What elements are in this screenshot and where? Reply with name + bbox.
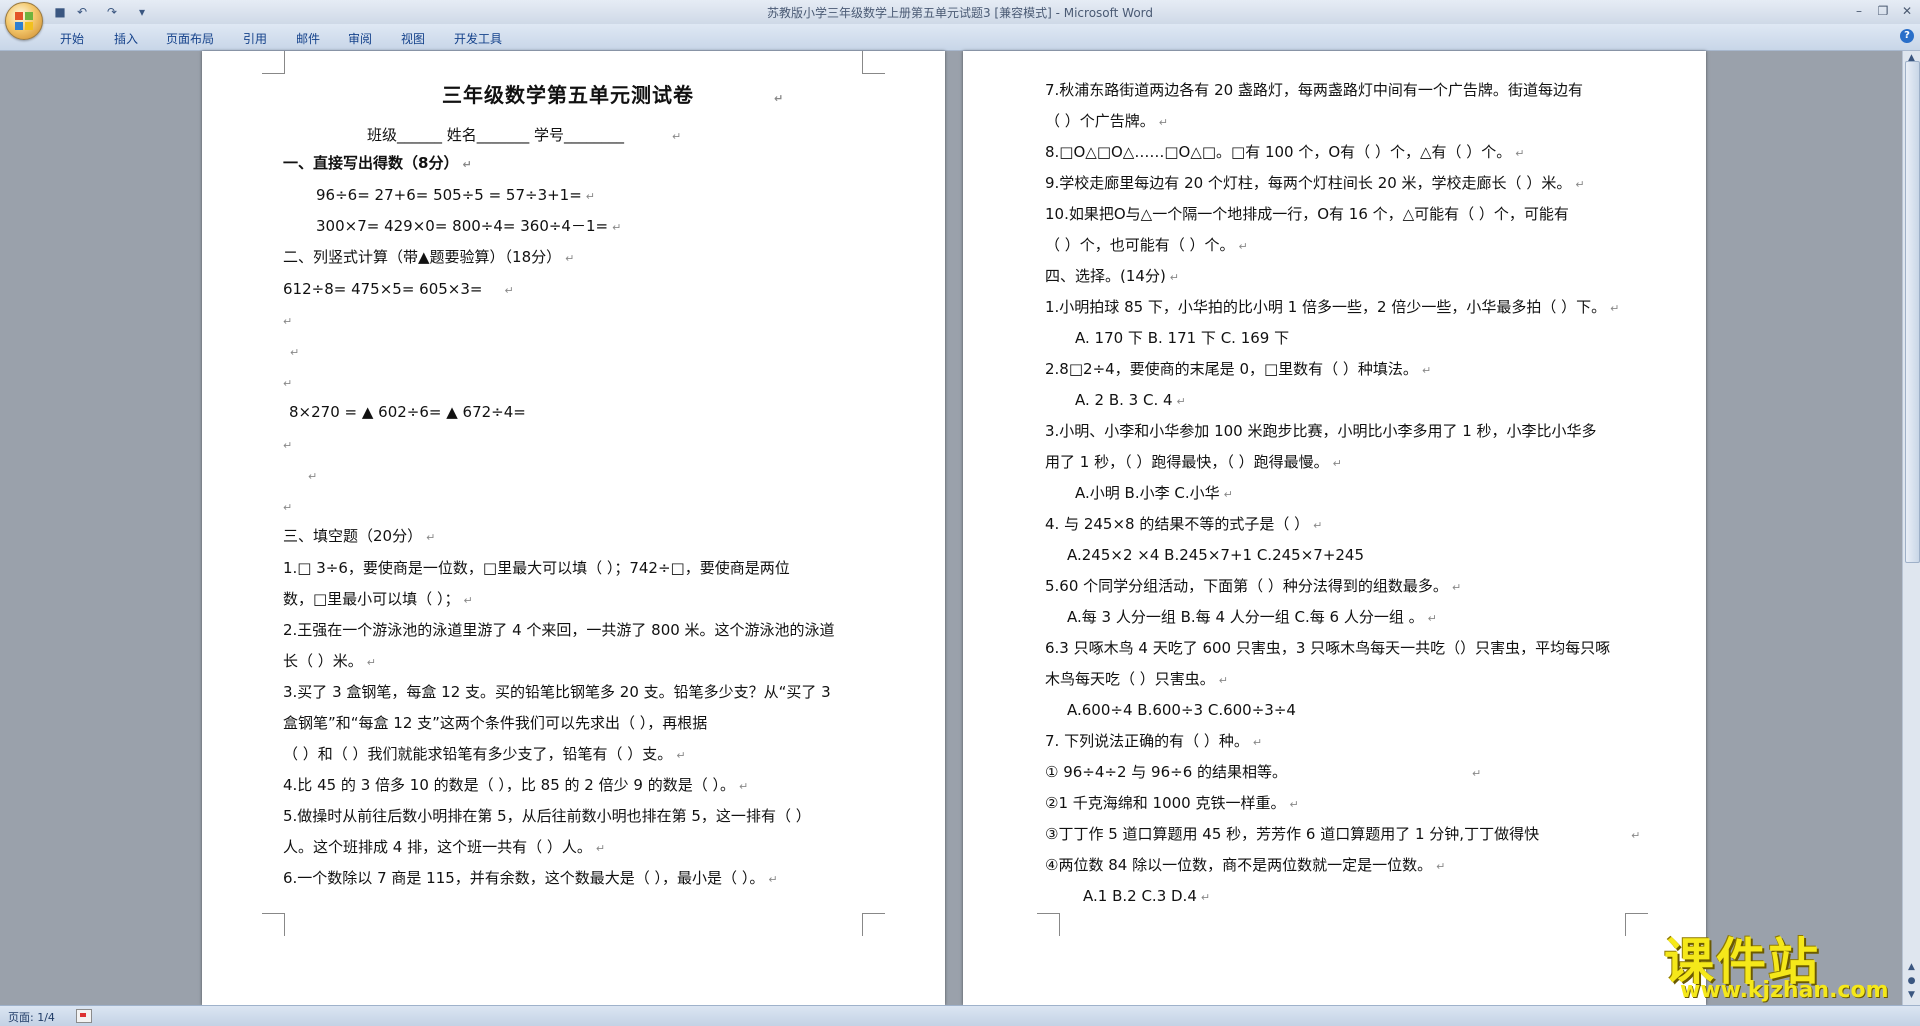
answer-options: A.245×2 ×4 B.245×7+1 C.245×7+245 <box>1067 546 1365 564</box>
statement-line: ① 96÷4÷2 与 96÷6 的结果相等。 <box>1045 762 1481 784</box>
question-line: 10.如果把O与△一个隔一个地排成一行，O有 16 个，△可能有（ ）个，可能有 <box>1045 205 1569 223</box>
paragraph-mark <box>283 315 292 328</box>
question-line: 人。这个班排成 4 排，这个班一共有（ ）人。 <box>283 837 605 859</box>
answer-options: A.每 3 人分一组 B.每 4 人分一组 C.每 6 人分一组 。 <box>1067 607 1437 629</box>
answer-options: A.小明 B.小李 C.小华 <box>1075 483 1233 505</box>
document-page-2[interactable]: 7.秋浦东路街道两边各有 20 盏路灯，每两盏路灯中间有一个广告牌。街道每边有 … <box>963 51 1706 1005</box>
crop-mark <box>862 913 885 936</box>
answer-options: A.600÷4 B.600÷3 C.600÷3÷4 <box>1067 701 1296 719</box>
paragraph-mark <box>283 377 292 390</box>
next-page-icon[interactable]: ▼ <box>1905 989 1918 1002</box>
question-line: 612÷8= 475×5= 605×3= <box>283 279 514 301</box>
question-line: 7. 下列说法正确的有（ ）种。 <box>1045 731 1262 753</box>
question-line: 用了 1 秒，（ ）跑得最快，（ ）跑得最慢。 <box>1045 452 1342 474</box>
question-line: 9.学校走廊里每边有 20 个灯柱，每两个灯柱间长 20 米，学校走廊长（ ）米… <box>1045 173 1585 195</box>
section-heading: 四、选择。(14分) <box>1045 266 1179 288</box>
window-title: 苏教版小学三年级数学上册第五单元试题3 [兼容模式] - Microsoft W… <box>766 6 1154 20</box>
section-heading: 三、填空题（20分） <box>283 526 435 548</box>
tab-mailings[interactable]: 邮件 <box>296 30 320 47</box>
question-line: 2.王强在一个游泳池的泳道里游了 4 个来回，一共游了 800 米。这个游泳池的… <box>283 621 835 639</box>
restore-icon[interactable]: ❐ <box>1874 2 1892 20</box>
question-line: （ ）个，也可能有（ ）个。 <box>1045 235 1248 257</box>
question-line: 6.一个数除以 7 商是 115，并有余数，这个数最大是（ ），最小是（ ）。 <box>283 868 778 890</box>
document-page-1[interactable]: 三年级数学第五单元测试卷 班级______ 姓名_______ 学号______… <box>202 51 945 1005</box>
question-line: 4.比 45 的 3 倍多 10 的数是（ ），比 85 的 2 倍少 9 的数… <box>283 775 748 797</box>
question-line: 盒钢笔”和“每盒 12 支”这两个条件我们可以先求出（ ），再根据 <box>283 714 708 732</box>
question-line: 木鸟每天吃（ ）只害虫。 <box>1045 669 1228 691</box>
crop-mark <box>1037 913 1060 936</box>
office-button[interactable] <box>5 2 43 40</box>
paragraph-mark <box>283 501 292 514</box>
question-line: 长（ ）米。 <box>283 651 376 673</box>
question-line: 1.小明拍球 85 下，小华拍的比小明 1 倍多一些，2 倍少一些，小华最多拍（… <box>1045 297 1619 319</box>
proofing-icon[interactable] <box>76 1009 92 1023</box>
paragraph-mark <box>290 346 299 359</box>
crop-mark <box>262 913 285 936</box>
question-line: 7.秋浦东路街道两边各有 20 盏路灯，每两盏路灯中间有一个广告牌。街道每边有 <box>1045 81 1583 99</box>
scrollbar-thumb[interactable] <box>1905 61 1920 563</box>
question-line: 4. 与 245×8 的结果不等的式子是（ ） <box>1045 514 1322 536</box>
answer-options: A. 2 B. 3 C. 4 <box>1075 390 1186 412</box>
question-line: 96÷6= 27+6= 505÷5 = 57÷3+1= <box>316 185 595 207</box>
student-info-line: 班级______ 姓名_______ 学号________ <box>367 125 681 147</box>
statement-line: ③丁丁作 5 道口算题用 45 秒，芳芳作 6 道口算题用了 1 分钟,丁丁做得… <box>1045 824 1640 846</box>
question-line: 3.小明、小李和小华参加 100 米跑步比赛，小明比小李多用了 1 秒，小李比小… <box>1045 422 1597 440</box>
vertical-scrollbar[interactable]: ▲ ▲ ● ▼ <box>1902 51 1920 1005</box>
document-title: 三年级数学第五单元测试卷 <box>442 85 784 109</box>
question-line: （ ）个广告牌。 <box>1045 111 1168 133</box>
crop-mark <box>1625 913 1648 936</box>
help-icon[interactable]: ? <box>1900 29 1914 43</box>
page-count[interactable]: 页面: 1/4 <box>8 1009 55 1025</box>
question-line: 8.□O△□O△……□O△□。□有 100 个，O有（ ）个，△有（ ）个。 <box>1045 142 1524 164</box>
paragraph-mark <box>283 439 292 452</box>
prev-page-icon[interactable]: ▲ <box>1905 961 1918 974</box>
question-line: 5.60 个同学分组活动，下面第（ ）种分法得到的组数最多。 <box>1045 576 1461 598</box>
tab-insert[interactable]: 插入 <box>114 30 138 47</box>
question-line: 5.做操时从前往后数小明排在第 5，从后往前数小明也排在第 5，这一排有（ ） <box>283 807 811 825</box>
title-bar: ■ ↶ ↷ ▾ 苏教版小学三年级数学上册第五单元试题3 [兼容模式] - Mic… <box>0 0 1920 25</box>
tab-page-layout[interactable]: 页面布局 <box>166 30 214 47</box>
browse-object-icon[interactable]: ● <box>1905 975 1918 988</box>
answer-options: A.1 B.2 C.3 D.4 <box>1083 886 1210 908</box>
question-line: 3.买了 3 盒钢笔，每盒 12 支。买的铅笔比钢笔多 20 支。铅笔多少支？从… <box>283 683 831 701</box>
close-icon[interactable]: ✕ <box>1898 2 1916 20</box>
crop-mark <box>862 51 885 74</box>
status-bar: 页面: 1/4 <box>0 1005 1920 1026</box>
tab-view[interactable]: 视图 <box>401 30 425 47</box>
watermark-url: www.kjzhan.com <box>1680 978 1889 1003</box>
answer-options: A. 170 下 B. 171 下 C. 169 下 <box>1075 329 1290 347</box>
question-line: 300×7= 429×0= 800÷4= 360÷4－1= <box>316 216 621 238</box>
question-line: 8×270 = ▲ 602÷6= ▲ 672÷4= <box>289 403 526 421</box>
question-line: 数，□里最小可以填（ ）； <box>283 589 473 611</box>
question-line: 1.□ 3÷6，要使商是一位数，□里最大可以填（ ）；742÷□，要使商是两位 <box>283 559 790 577</box>
question-line: 6.3 只啄木鸟 4 天吃了 600 只害虫，3 只啄木鸟每天一共吃（）只害虫，… <box>1045 639 1611 657</box>
question-line: （ ）和（ ）我们就能求铅笔有多少支了，铅笔有（ ）支。 <box>283 744 686 766</box>
minimize-icon[interactable]: – <box>1850 2 1868 20</box>
statement-line: ④两位数 84 除以一位数，商不是两位数就一定是一位数。 <box>1045 855 1445 877</box>
tab-developer[interactable]: 开发工具 <box>454 30 502 47</box>
section-heading: 二、列竖式计算（带▲题要验算）（18分） <box>283 247 574 269</box>
tab-references[interactable]: 引用 <box>243 30 267 47</box>
crop-mark <box>262 51 285 74</box>
question-line: 2.8□2÷4，要使商的末尾是 0，□里数有（ ）种填法。 <box>1045 359 1431 381</box>
section-heading: 一、直接写出得数（8分） <box>283 153 472 175</box>
tab-review[interactable]: 审阅 <box>348 30 372 47</box>
office-logo-icon <box>15 12 33 30</box>
paragraph-mark <box>308 470 317 483</box>
statement-line: ②1 千克海绵和 1000 克铁一样重。 <box>1045 793 1299 815</box>
tab-home[interactable]: 开始 <box>60 30 84 47</box>
ribbon-tabs: 开始 插入 页面布局 引用 邮件 审阅 视图 开发工具 ? <box>0 24 1920 51</box>
